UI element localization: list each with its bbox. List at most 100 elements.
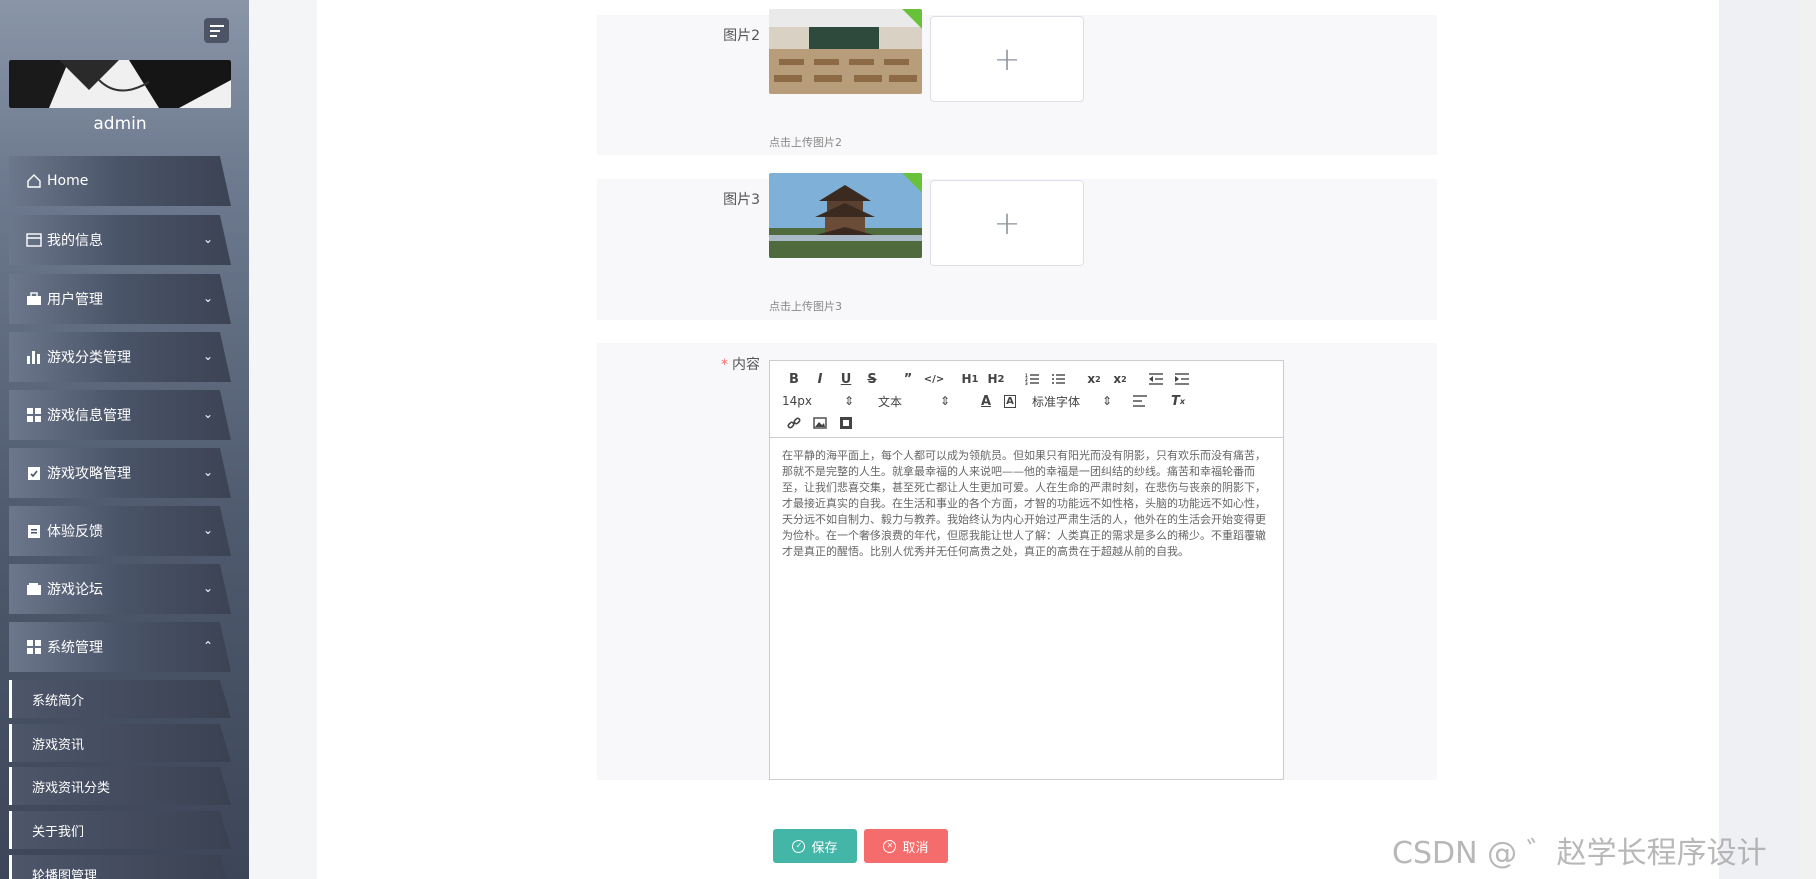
- submenu-label: 游戏资讯: [32, 737, 85, 753]
- cancel-button[interactable]: ✕ 取消: [864, 829, 948, 863]
- menu-item-user-management[interactable]: 用户管理 ⌄: [9, 274, 231, 324]
- image2-label: 图片2: [723, 28, 760, 44]
- close-circle-icon: ✕: [883, 839, 897, 853]
- image3-upload-button[interactable]: +: [930, 180, 1084, 266]
- svg-text:3: 3: [1025, 381, 1028, 385]
- submenu-item-carousel[interactable]: 轮播图管理: [9, 855, 231, 879]
- font-size-value: 14px: [782, 394, 812, 408]
- menu-label: 游戏分类管理: [47, 350, 131, 366]
- font-family-select[interactable]: 标准字体 ⇕: [1032, 393, 1112, 410]
- briefcase-icon: [25, 290, 43, 308]
- superscript-button[interactable]: x2: [1108, 369, 1132, 389]
- content-label-text: 内容: [732, 357, 760, 373]
- menu-item-feedback[interactable]: 体验反馈 ⌄: [9, 506, 231, 556]
- header2-button[interactable]: H2: [984, 369, 1008, 389]
- menu-label: Home: [47, 173, 89, 189]
- cancel-label: 取消: [902, 840, 929, 856]
- background-color-button[interactable]: A: [998, 391, 1022, 411]
- watermark: CSDN @ ゛赵学长程序设计: [1392, 836, 1767, 871]
- chevron-up-icon: ⌃: [202, 639, 213, 653]
- blockquote-button[interactable]: ”: [896, 369, 920, 389]
- chevron-down-icon: ⌄: [202, 523, 213, 537]
- outdent-icon[interactable]: [1144, 369, 1168, 389]
- save-label: 保存: [811, 840, 838, 856]
- menu-label: 系统管理: [47, 640, 103, 656]
- id-card-icon: [25, 231, 43, 249]
- menu-item-game-guide[interactable]: 游戏攻略管理 ⌄: [9, 448, 231, 498]
- image-icon[interactable]: [808, 413, 832, 433]
- menu-label: 游戏攻略管理: [47, 466, 131, 482]
- check-circle-icon: ✓: [792, 839, 806, 853]
- link-icon[interactable]: [782, 413, 806, 433]
- home-icon: [25, 172, 43, 190]
- font-size-select[interactable]: 14px ⇕: [782, 394, 854, 408]
- menu-item-forum[interactable]: 游戏论坛 ⌄: [9, 564, 231, 614]
- chevron-down-icon: ⌄: [202, 581, 213, 595]
- image3-thumbnail[interactable]: [769, 173, 922, 258]
- scrollbar[interactable]: [1799, 0, 1816, 879]
- bar-chart-icon: [25, 348, 43, 366]
- bullet-list-icon[interactable]: [1046, 369, 1070, 389]
- image2-thumbnail[interactable]: [769, 9, 922, 94]
- image3-label: 图片3: [723, 192, 760, 208]
- underline-button[interactable]: U: [834, 369, 858, 389]
- menu-item-system[interactable]: 系统管理 ⌃: [9, 622, 231, 672]
- image2-upload-button[interactable]: +: [930, 16, 1084, 102]
- subscript-button[interactable]: x2: [1082, 369, 1106, 389]
- avatar: [9, 60, 231, 108]
- indent-icon[interactable]: [1170, 369, 1194, 389]
- content-label: * 内容: [597, 354, 760, 374]
- italic-button[interactable]: I: [808, 369, 832, 389]
- submenu-item-about-us[interactable]: 关于我们: [9, 811, 231, 849]
- header1-button[interactable]: H1: [958, 369, 982, 389]
- clipboard-check-icon: [25, 464, 43, 482]
- menu-item-my-info[interactable]: 我的信息 ⌄: [9, 215, 231, 265]
- plus-icon: +: [993, 204, 1021, 242]
- video-icon[interactable]: [834, 413, 858, 433]
- menu-label: 游戏论坛: [47, 582, 103, 598]
- code-block-button[interactable]: </>: [922, 369, 946, 389]
- menu-label: 体验反馈: [47, 524, 103, 540]
- menu-label: 用户管理: [47, 292, 103, 308]
- select-arrows-icon: ⇕: [939, 394, 950, 408]
- menu-item-home[interactable]: Home: [9, 156, 231, 206]
- clipboard-icon: [25, 522, 43, 540]
- editor-toolbar: B I U S ” </> H1 H2 123 x2 x2 14px ⇕ 文本 ⇕ …: [770, 361, 1283, 438]
- font-color-button[interactable]: A: [974, 391, 998, 411]
- rich-text-editor[interactable]: B I U S ” </> H1 H2 123 x2 x2 14px ⇕ 文本 ⇕ …: [769, 360, 1284, 780]
- grid-icon: [25, 406, 43, 424]
- save-button[interactable]: ✓ 保存: [773, 829, 857, 863]
- image3-hint: 点击上传图片3: [769, 300, 842, 313]
- submenu-label: 游戏资讯分类: [32, 780, 111, 796]
- menu-item-game-info[interactable]: 游戏信息管理 ⌄: [9, 390, 231, 440]
- chevron-down-icon: ⌄: [202, 407, 213, 421]
- sidebar: admin Home 我的信息 ⌄ 用户管理 ⌄ 游戏分类管理 ⌄ 游戏信息管理…: [0, 0, 249, 879]
- chevron-down-icon: ⌄: [202, 232, 213, 246]
- clear-format-button[interactable]: Tx: [1166, 391, 1190, 411]
- wallet-icon: [25, 580, 43, 598]
- chevron-down-icon: ⌄: [202, 465, 213, 479]
- editor-content[interactable]: 在平静的海平面上，每个人都可以成为领航员。但如果只有阳光而没有阴影，只有欢乐而没…: [770, 438, 1283, 570]
- submenu-item-game-news[interactable]: 游戏资讯: [9, 724, 231, 762]
- chevron-down-icon: ⌄: [202, 349, 213, 363]
- strike-button[interactable]: S: [860, 369, 884, 389]
- font-family-value: 标准字体: [1032, 394, 1081, 409]
- plus-icon: +: [993, 40, 1021, 78]
- submenu-item-system-intro[interactable]: 系统简介: [9, 680, 231, 718]
- text-type-value: 文本: [878, 394, 903, 409]
- submenu-item-news-category[interactable]: 游戏资讯分类: [9, 767, 231, 805]
- menu-collapse-icon[interactable]: [204, 18, 229, 43]
- chevron-down-icon: ⌄: [202, 291, 213, 305]
- submenu-label: 系统简介: [32, 693, 85, 709]
- submenu-label: 关于我们: [32, 824, 85, 840]
- text-type-select[interactable]: 文本 ⇕: [878, 393, 950, 410]
- right-gutter: [1719, 0, 1799, 879]
- menu-label: 游戏信息管理: [47, 408, 131, 424]
- menu-item-game-category[interactable]: 游戏分类管理 ⌄: [9, 332, 231, 382]
- align-left-icon[interactable]: [1128, 391, 1152, 411]
- bold-button[interactable]: B: [782, 369, 806, 389]
- ordered-list-icon[interactable]: 123: [1020, 369, 1044, 389]
- select-arrows-icon: ⇕: [843, 394, 854, 408]
- menu-label: 我的信息: [47, 233, 103, 249]
- submenu-label: 轮播图管理: [32, 868, 98, 879]
